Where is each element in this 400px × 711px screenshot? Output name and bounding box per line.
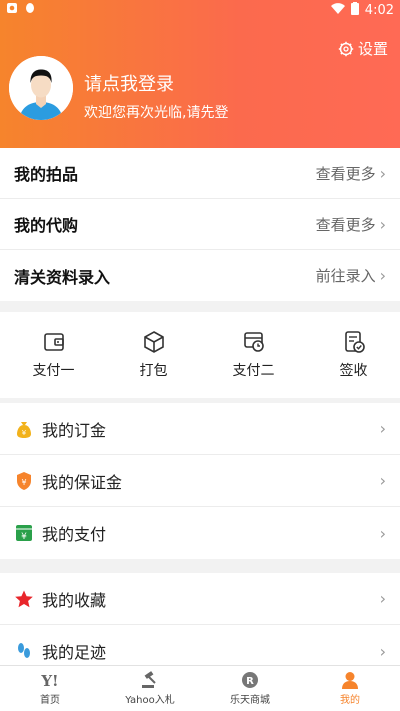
- avatar[interactable]: [9, 56, 73, 120]
- my-auction-items-row[interactable]: 我的拍品 查看更多 ›: [0, 148, 400, 199]
- gear-icon: [338, 41, 354, 57]
- money-bag-icon: ¥: [14, 419, 34, 439]
- row-title: 我的代购: [14, 216, 79, 235]
- view-more-link[interactable]: 查看更多 ›: [316, 214, 386, 235]
- status-bar: 4:02: [0, 0, 400, 20]
- quick-action-label: 支付二: [232, 363, 275, 379]
- quick-actions: 支付一 打包 支付二 签收: [0, 312, 400, 398]
- yen-card-icon: ¥: [14, 523, 34, 543]
- row-title: 我的拍品: [14, 165, 79, 184]
- status-time: 4:02: [364, 3, 394, 18]
- welcome-subtitle: 欢迎您再次光临,请先登: [84, 105, 229, 121]
- menu-label: 我的足迹: [42, 643, 107, 662]
- battery-icon: [350, 2, 359, 19]
- login-prompt[interactable]: 请点我登录: [84, 70, 174, 96]
- sign-receive-button[interactable]: 签收: [340, 330, 368, 380]
- svg-text:¥: ¥: [22, 429, 27, 437]
- row-title: 清关资料录入: [14, 267, 111, 287]
- chevron-right-icon: ›: [379, 641, 386, 661]
- menu-label: 我的支付: [42, 525, 107, 544]
- my-security-deposit-row[interactable]: ¥ 我的保证金 ›: [0, 455, 400, 507]
- quick-action-label: 打包: [139, 363, 168, 379]
- tab-label: 乐天商城: [230, 695, 270, 706]
- my-purchase-proxy-row[interactable]: 我的代购 查看更多 ›: [0, 199, 400, 250]
- footprints-icon: [14, 641, 34, 661]
- svg-text:Y!: Y!: [40, 672, 58, 689]
- wifi-icon: [330, 2, 345, 19]
- my-deposit-row[interactable]: ¥ 我的订金 ›: [0, 403, 400, 455]
- my-favorites-row[interactable]: 我的收藏 ›: [0, 573, 400, 625]
- tab-yahoo-bid[interactable]: Yahoo入札: [110, 666, 190, 711]
- quick-action-label: 签收: [339, 363, 368, 379]
- settings-button[interactable]: 设置: [338, 38, 388, 59]
- menu-group-personal: 我的收藏 › 我的足迹 ›: [0, 573, 400, 677]
- menu-label: 我的保证金: [42, 472, 123, 492]
- svg-text:¥: ¥: [21, 478, 26, 487]
- go-enter-link[interactable]: 前往录入 ›: [316, 265, 386, 286]
- quick-action-label: 支付一: [32, 363, 75, 379]
- customs-info-row[interactable]: 清关资料录入 前往录入 ›: [0, 250, 400, 301]
- wallet-icon: [42, 330, 66, 354]
- pay-two-button[interactable]: 支付二: [233, 330, 275, 380]
- chevron-right-icon: ›: [379, 419, 386, 438]
- pay-clock-icon: [242, 330, 266, 354]
- yahoo-icon: Y!: [39, 671, 61, 689]
- chevron-right-icon: ›: [379, 214, 386, 234]
- tab-label: Yahoo入札: [125, 695, 175, 706]
- shield-yen-icon: ¥: [14, 471, 34, 491]
- settings-label: 设置: [357, 40, 388, 58]
- chevron-right-icon: ›: [379, 163, 386, 183]
- menu-label: 我的收藏: [42, 590, 107, 610]
- bottom-tab-bar: Y! 首页 Yahoo入札 R 乐天商城 我的: [0, 665, 400, 711]
- view-more-link[interactable]: 查看更多 ›: [316, 163, 386, 184]
- tab-home[interactable]: Y! 首页: [10, 666, 90, 711]
- qq-notification-icon: [24, 2, 36, 18]
- chevron-right-icon: ›: [379, 266, 386, 285]
- package-button[interactable]: 打包: [140, 330, 168, 380]
- pay-one-button[interactable]: 支付一: [33, 330, 75, 380]
- chevron-right-icon: ›: [379, 471, 386, 490]
- tab-label: 首页: [40, 695, 60, 706]
- person-icon: [341, 671, 359, 689]
- receipt-check-icon: [342, 330, 366, 354]
- menu-label: 我的订金: [42, 420, 107, 440]
- svg-text:¥: ¥: [21, 532, 27, 542]
- menu-group-finance: ¥ 我的订金 › ¥ 我的保证金 › ¥ 我的支付 ›: [0, 403, 400, 559]
- gavel-icon: [140, 671, 160, 689]
- orders-section: 我的拍品 查看更多 › 我的代购 查看更多 › 清关资料录入 前往录入 ›: [0, 148, 400, 301]
- app-notification-icon: [6, 2, 18, 18]
- rakuten-icon: R: [241, 671, 259, 689]
- chevron-right-icon: ›: [379, 523, 386, 543]
- star-icon: [14, 589, 34, 609]
- tab-label: 我的: [340, 695, 360, 706]
- my-payment-row[interactable]: ¥ 我的支付 ›: [0, 507, 400, 559]
- tab-rakuten-mall[interactable]: R 乐天商城: [210, 666, 290, 711]
- chevron-right-icon: ›: [379, 589, 386, 608]
- svg-text:R: R: [246, 676, 254, 687]
- tab-mine[interactable]: 我的: [310, 666, 390, 711]
- package-box-icon: [142, 330, 166, 354]
